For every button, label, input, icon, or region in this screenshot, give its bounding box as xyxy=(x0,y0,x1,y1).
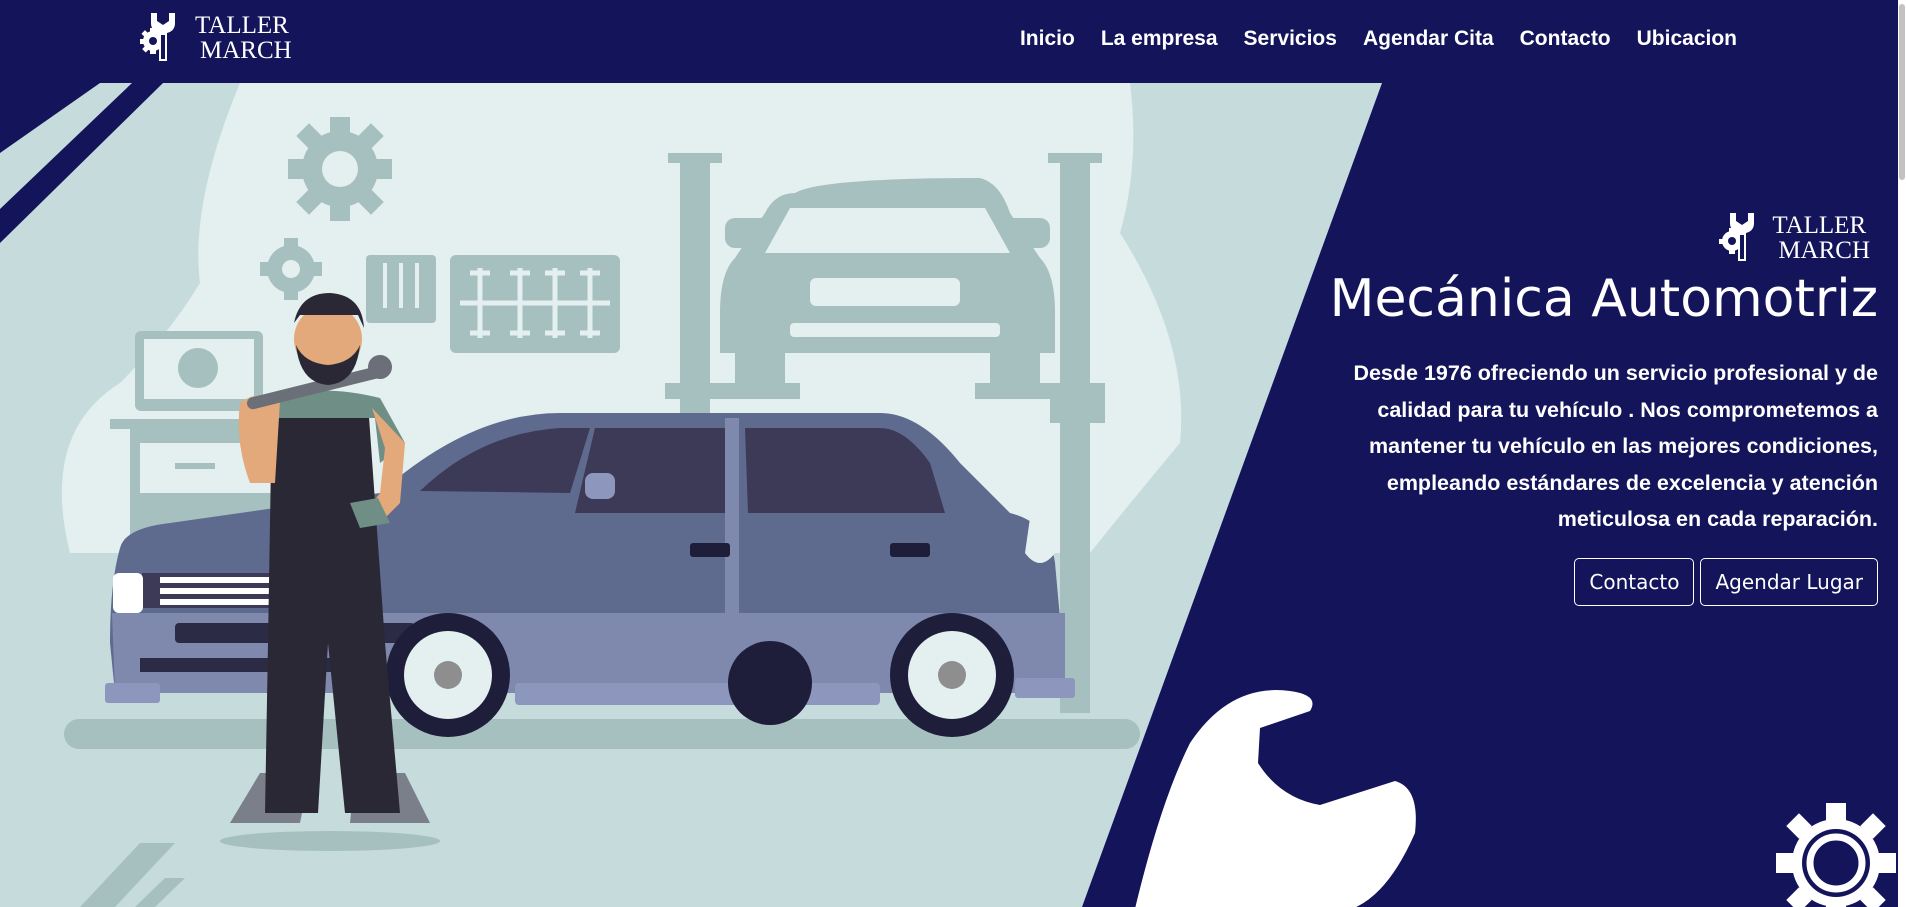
main-nav: Inicio La empresa Servicios Agendar Cita… xyxy=(1007,0,1750,78)
brand-logo[interactable]: TALLER MARCH xyxy=(139,9,292,67)
wrench-gear-logo-icon xyxy=(1719,213,1755,261)
wrench-icon xyxy=(1135,690,1416,907)
hero-brand-wordmark: TALLER MARCH xyxy=(1772,213,1870,263)
nav-link-inicio[interactable]: Inicio xyxy=(1007,27,1088,51)
hero-buttons: Contacto Agendar Lugar xyxy=(1574,558,1878,606)
brand-line-2: MARCH xyxy=(200,37,292,64)
hero-title: Mecánica Automotriz xyxy=(1329,269,1878,329)
gear-icon xyxy=(1776,803,1896,907)
scrollbar-thumb[interactable] xyxy=(1899,4,1905,180)
hero-brand-line-1: TALLER xyxy=(1772,212,1867,239)
hero-brand-line-2: MARCH xyxy=(1778,237,1870,264)
nav-link-contacto[interactable]: Contacto xyxy=(1507,27,1624,51)
brand-line-1: TALLER xyxy=(195,12,289,39)
wrench-gear-logo-icon xyxy=(140,13,175,61)
hero-description: Desde 1976 ofreciendo un servicio profes… xyxy=(1353,361,1878,531)
hero-brand-logo: TALLER MARCH xyxy=(1718,209,1870,267)
nav-link-la-empresa[interactable]: La empresa xyxy=(1088,27,1231,51)
agendar-lugar-button[interactable]: Agendar Lugar xyxy=(1700,558,1878,606)
page-scrollbar[interactable] xyxy=(1898,0,1906,907)
hero-section: TALLER MARCH Mecánica Automotriz Desde 1… xyxy=(0,83,1906,907)
top-navbar: TALLER MARCH Inicio La empresa Servicios… xyxy=(0,0,1906,83)
nav-link-agendar-cita[interactable]: Agendar Cita xyxy=(1350,27,1507,51)
contacto-button[interactable]: Contacto xyxy=(1574,558,1695,606)
brand-wordmark: TALLER MARCH xyxy=(195,13,292,63)
nav-link-ubicacion[interactable]: Ubicacion xyxy=(1624,27,1750,51)
nav-link-servicios[interactable]: Servicios xyxy=(1231,27,1350,51)
